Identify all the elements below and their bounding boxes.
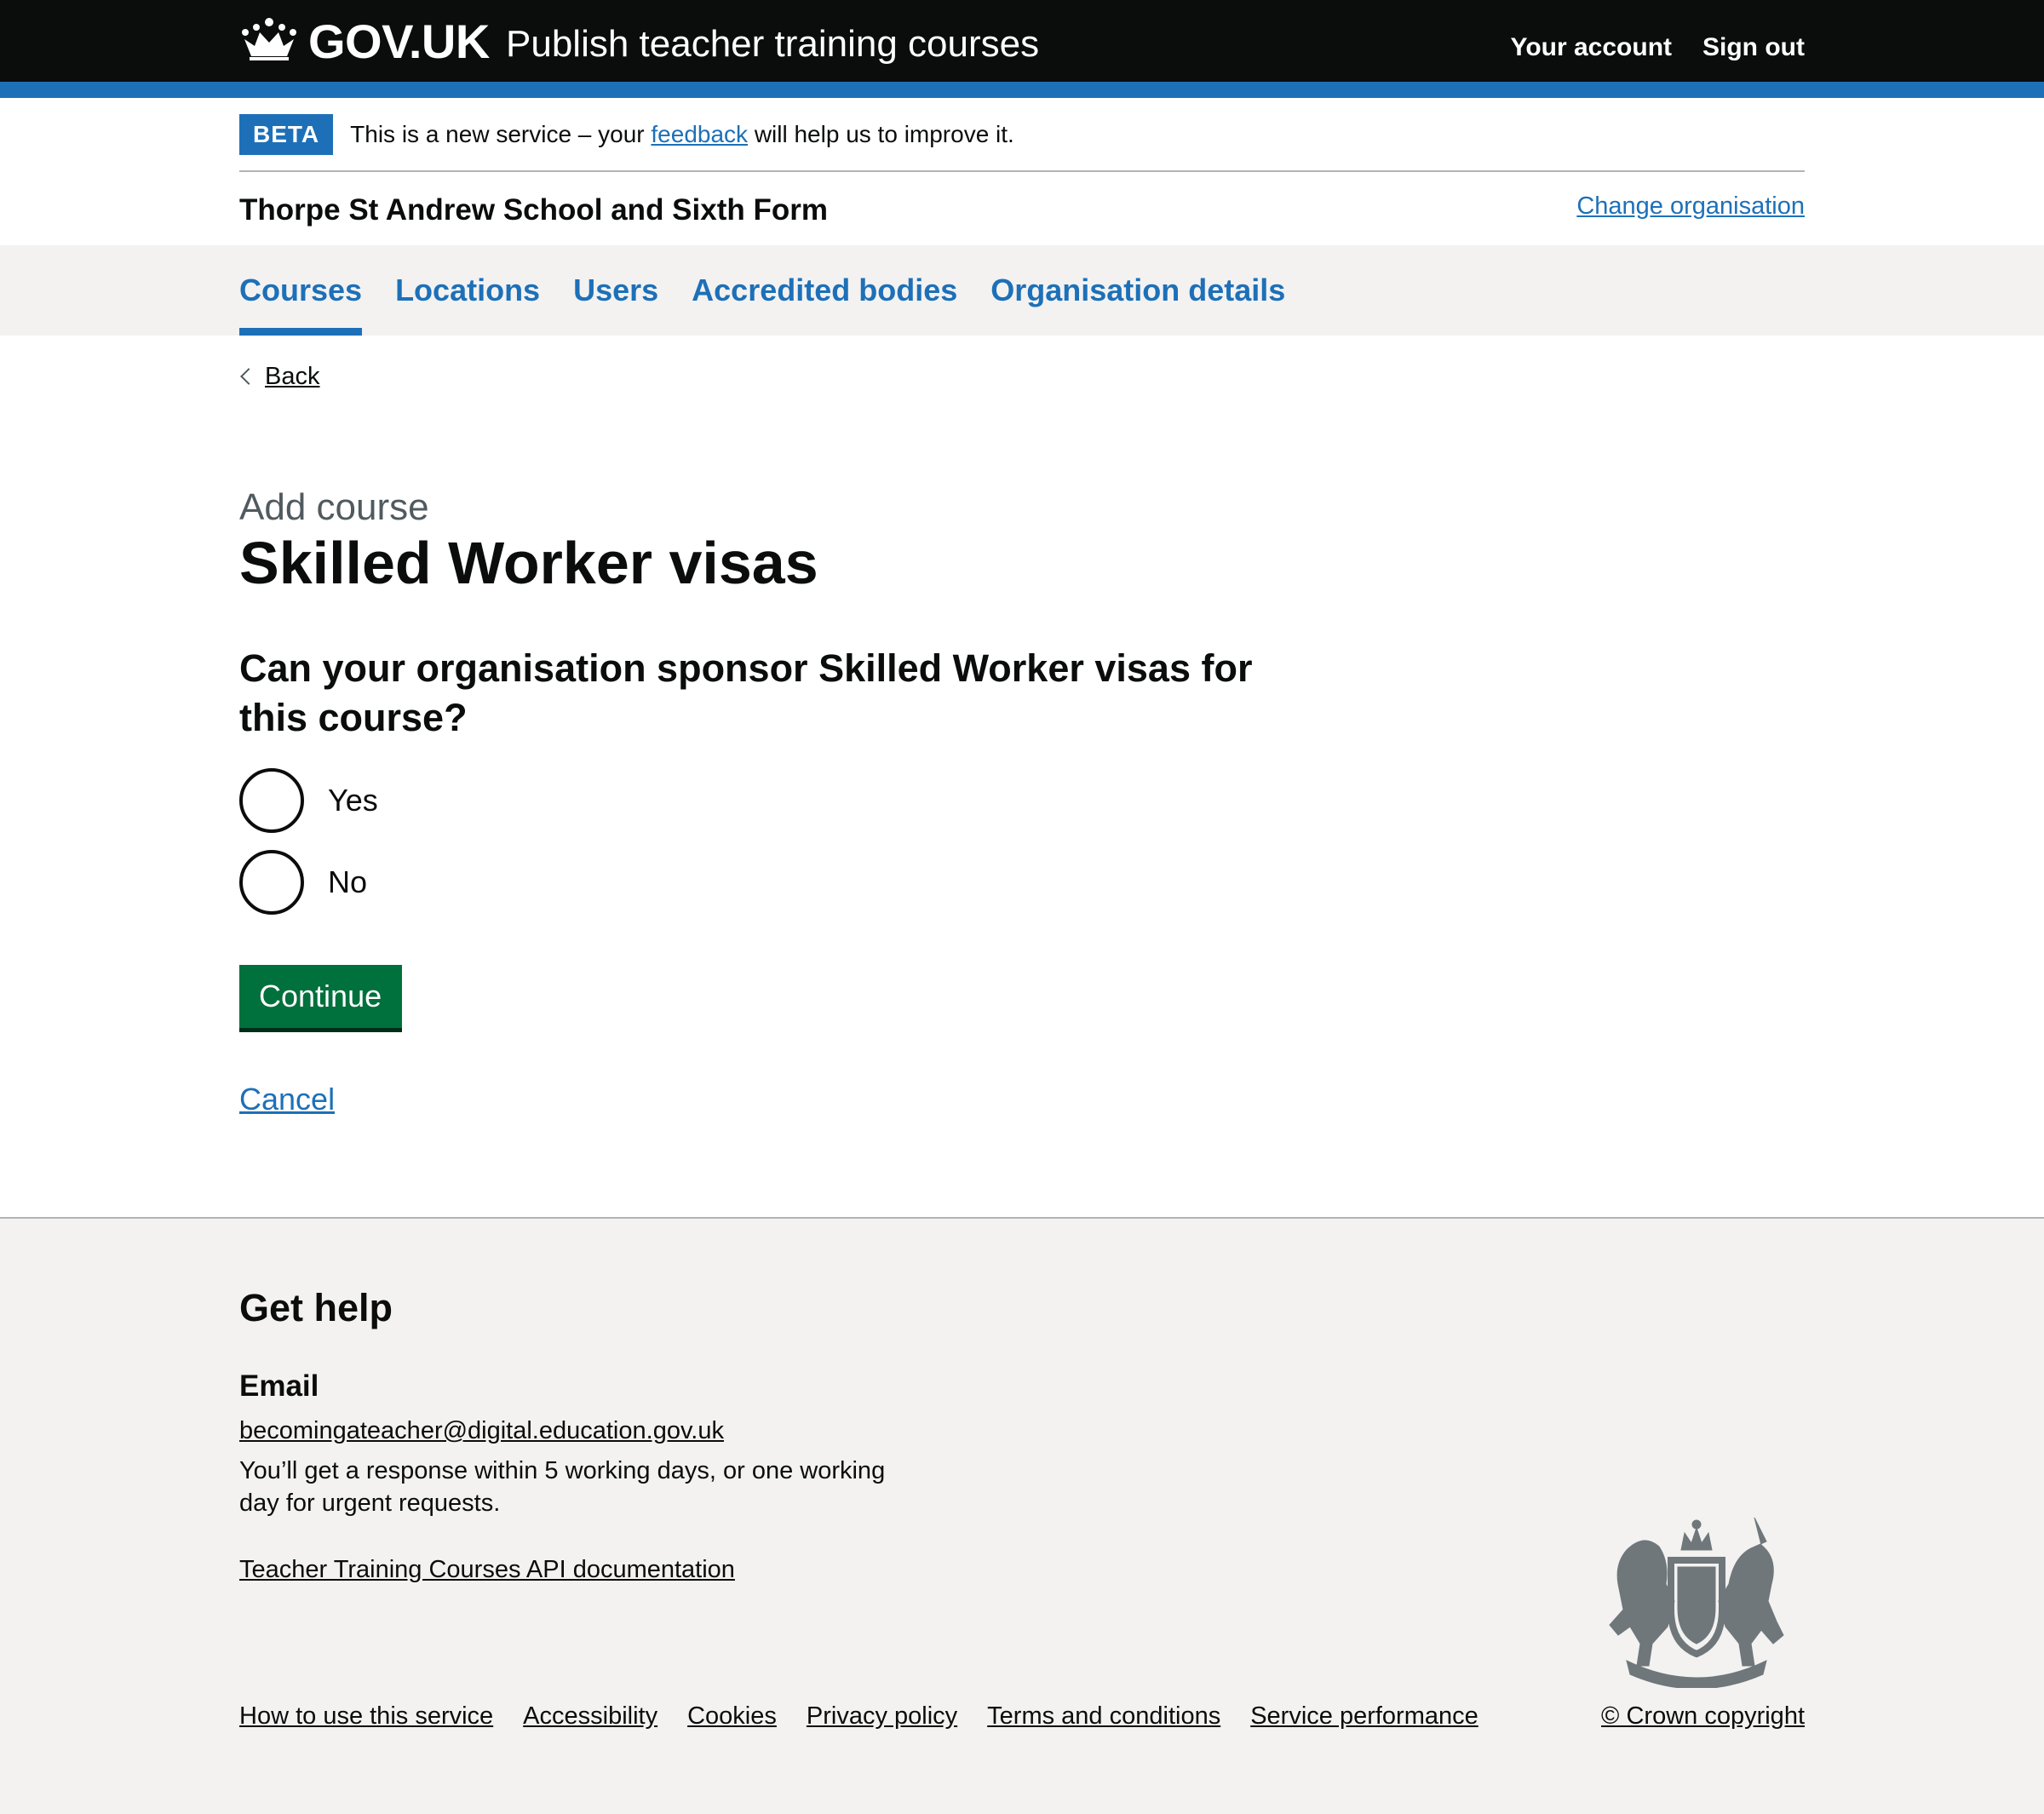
your-account-link[interactable]: Your account [1511, 29, 1672, 66]
radio-no-input[interactable] [239, 850, 304, 915]
radio-no-label[interactable]: No [328, 861, 367, 904]
footer-link-cookies[interactable]: Cookies [687, 1699, 777, 1733]
footer-link-terms[interactable]: Terms and conditions [987, 1699, 1220, 1733]
nav-item-users: Users [573, 245, 658, 336]
nav-link-organisation-details[interactable]: Organisation details [990, 245, 1285, 336]
organisation-name: Thorpe St Andrew School and Sixth Form [239, 193, 828, 227]
question-legend: Can your organisation sponsor Skilled Wo… [239, 646, 1253, 739]
back-link-container: Back [239, 358, 319, 395]
radio-yes[interactable]: Yes [239, 768, 378, 833]
phase-banner: BETA This is a new service – your feedba… [239, 114, 1014, 155]
crown-copyright-link[interactable]: © Crown copyright [1601, 1702, 1805, 1730]
footer-email-heading: Email [239, 1369, 319, 1403]
footer-email: becomingateacher@digital.education.gov.u… [239, 1414, 724, 1448]
nav-item-organisation-details: Organisation details [990, 245, 1285, 336]
nav-link-accredited-bodies[interactable]: Accredited bodies [692, 245, 957, 336]
footer-links: How to use this service Accessibility Co… [239, 1699, 1478, 1733]
royal-coat-of-arms-icon [1609, 1517, 1784, 1688]
service-name-link[interactable]: Publish teacher training courses [506, 19, 1039, 70]
sign-out-link[interactable]: Sign out [1702, 29, 1805, 66]
nav-link-courses[interactable]: Courses [239, 245, 362, 336]
nav-link-locations[interactable]: Locations [395, 245, 540, 336]
site-header: GOV.UK Publish teacher training courses … [0, 0, 2044, 82]
radio-yes-label[interactable]: Yes [328, 779, 378, 822]
footer-link-how-to-use[interactable]: How to use this service [239, 1699, 493, 1733]
govuk-logo-link[interactable]: GOV.UK [308, 12, 490, 72]
radio-yes-input[interactable] [239, 768, 304, 833]
page-title: Skilled Worker visas [239, 530, 818, 596]
footer-copyright: © Crown copyright [1601, 1699, 1805, 1733]
radio-no[interactable]: No [239, 850, 367, 915]
crown-logo-icon [242, 18, 296, 60]
support-email-link[interactable]: becomingateacher@digital.education.gov.u… [239, 1417, 724, 1444]
continue-button[interactable]: Continue [239, 965, 403, 1028]
footer-help-heading: Get help [239, 1286, 393, 1329]
primary-navigation: Courses Locations Users Accredited bodie… [0, 245, 2044, 336]
beta-text: This is a new service – your feedback wi… [350, 118, 1014, 152]
footer-link-accessibility[interactable]: Accessibility [523, 1699, 657, 1733]
footer-response-text: You’ll get a response within 5 working d… [239, 1457, 886, 1517]
back-link[interactable]: Back [265, 358, 319, 395]
beta-text-before: This is a new service – your [350, 121, 652, 147]
divider [239, 170, 1805, 172]
nav-link-users[interactable]: Users [573, 245, 658, 336]
nav-item-accredited-bodies: Accredited bodies [692, 245, 957, 336]
api-documentation-link[interactable]: Teacher Training Courses API documentati… [239, 1556, 735, 1583]
nav-item-courses: Courses [239, 245, 363, 336]
footer-api: Teacher Training Courses API documentati… [239, 1553, 735, 1587]
change-organisation-link[interactable]: Change organisation [1576, 189, 1805, 223]
header-nav: Your account Sign out [1511, 29, 1805, 66]
footer-link-service-performance[interactable]: Service performance [1250, 1699, 1478, 1733]
beta-text-after: will help us to improve it. [748, 121, 1014, 147]
nav-item-locations: Locations [395, 245, 540, 336]
cancel-link[interactable]: Cancel [239, 1078, 335, 1121]
feedback-link[interactable]: feedback [651, 121, 748, 147]
beta-tag: BETA [239, 114, 334, 155]
header-blue-bar [0, 82, 2044, 98]
chevron-left-icon [240, 368, 257, 385]
footer-link-privacy-policy[interactable]: Privacy policy [807, 1699, 957, 1733]
